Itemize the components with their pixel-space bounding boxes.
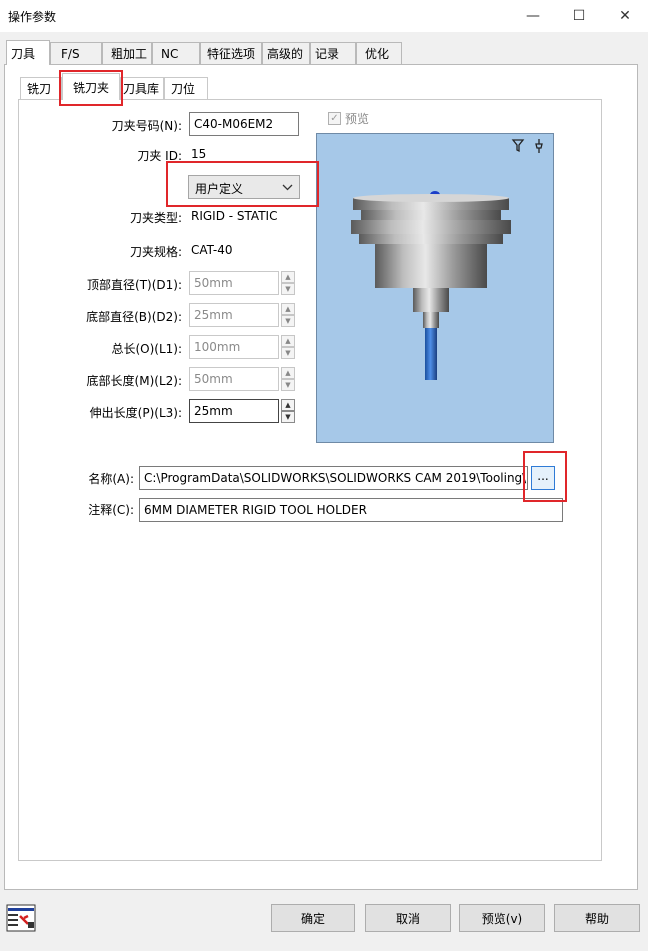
app-icon[interactable]	[6, 904, 36, 932]
name-input[interactable]: C:\ProgramData\SOLIDWORKS\SOLIDWORKS CAM…	[139, 466, 528, 490]
spin-up-icon[interactable]: ▲	[281, 399, 295, 411]
tab-label: 记录	[315, 47, 340, 61]
total-length-input[interactable]: 100mm	[189, 335, 279, 359]
preview-checkbox[interactable]: ✓ 预览	[328, 110, 369, 127]
subtab-label: 铣刀夹	[73, 80, 110, 95]
tab-label: 优化	[365, 47, 390, 61]
spin-up-icon[interactable]: ▲	[281, 367, 295, 379]
close-icon: ✕	[619, 8, 631, 24]
holder-id-value: 15	[191, 147, 207, 161]
subtab-mill[interactable]: 铣刀	[20, 77, 62, 99]
spin-down-icon[interactable]: ▼	[281, 379, 295, 391]
ok-button[interactable]: 确定	[271, 904, 355, 932]
cancel-button[interactable]: 取消	[365, 904, 451, 932]
holder-preview[interactable]	[316, 133, 554, 443]
bottom-diameter-spinner[interactable]: ▲ ▼	[281, 303, 295, 327]
tab-optimize[interactable]: 优化	[356, 42, 402, 64]
preview-button[interactable]: 预览(v)	[459, 904, 545, 932]
total-length-label: 总长(O)(L1):	[111, 342, 182, 356]
filter-icon[interactable]	[511, 139, 525, 153]
extension-length-label: 伸出长度(P)(L3):	[89, 406, 182, 420]
tab-label: 刀具	[11, 46, 36, 61]
tab-label: 高级的	[267, 47, 304, 61]
spin-down-icon[interactable]: ▼	[281, 411, 295, 423]
tab-tool[interactable]: 刀具	[6, 40, 50, 65]
chevron-down-icon	[282, 179, 293, 198]
subtab-tool-position[interactable]: 刀位	[164, 77, 208, 99]
minimize-icon: —	[526, 8, 540, 24]
note-label: 注释(C):	[88, 503, 134, 517]
tool-holder-graphic	[351, 139, 543, 380]
spin-up-icon[interactable]: ▲	[281, 335, 295, 347]
total-length-spinner[interactable]: ▲ ▼	[281, 335, 295, 359]
tab-feature-options[interactable]: 特征选项	[200, 42, 262, 64]
definition-dropdown[interactable]: 用户定义	[188, 175, 300, 199]
spin-down-icon[interactable]: ▼	[281, 283, 295, 295]
subtab-label: 刀具库	[123, 82, 160, 96]
maximize-button[interactable]: ☐	[556, 0, 602, 32]
holder-number-label: 刀夹号码(N):	[111, 119, 182, 133]
top-diameter-input[interactable]: 50mm	[189, 271, 279, 295]
top-diameter-label: 顶部直径(T)(D1):	[87, 278, 182, 292]
checkmark-icon: ✓	[328, 112, 341, 125]
bottom-diameter-label: 底部直径(B)(D2):	[86, 310, 182, 324]
holder-spec-label: 刀夹规格:	[129, 245, 182, 259]
spin-down-icon[interactable]: ▼	[281, 315, 295, 327]
bottom-length-spinner[interactable]: ▲ ▼	[281, 367, 295, 391]
holder-spec-value: CAT-40	[191, 243, 233, 257]
spin-up-icon[interactable]: ▲	[281, 271, 295, 283]
name-label: 名称(A):	[88, 472, 134, 486]
tab-label: 粗加工	[111, 47, 148, 61]
extension-length-spinner[interactable]: ▲ ▼	[281, 399, 295, 423]
window-title: 操作参数	[8, 10, 57, 24]
spin-up-icon[interactable]: ▲	[281, 303, 295, 315]
tab-fs[interactable]: F/S	[50, 42, 102, 64]
definition-value: 用户定义	[195, 182, 244, 196]
spin-down-icon[interactable]: ▼	[281, 347, 295, 359]
help-button[interactable]: 帮助	[554, 904, 640, 932]
tab-label: NC	[161, 46, 179, 61]
tab-roughing[interactable]: 粗加工	[102, 42, 152, 64]
subtab-label: 刀位	[171, 82, 196, 96]
preview-checkbox-label: 预览	[345, 112, 370, 126]
bottom-diameter-input[interactable]: 25mm	[189, 303, 279, 327]
holder-id-label: 刀夹 ID:	[137, 149, 182, 163]
subtab-label: 铣刀	[27, 82, 52, 96]
tab-record[interactable]: 记录	[310, 42, 356, 64]
note-input[interactable]: 6MM DIAMETER RIGID TOOL HOLDER	[139, 498, 563, 522]
title-bar: 操作参数 — ☐ ✕	[0, 0, 648, 32]
holder-type-label: 刀夹类型:	[129, 211, 182, 225]
holder-type-value: RIGID - STATIC	[191, 209, 278, 223]
browse-button[interactable]: ...	[531, 466, 555, 490]
top-diameter-spinner[interactable]: ▲ ▼	[281, 271, 295, 295]
holder-number-input[interactable]: C40-M06EM2	[189, 112, 299, 136]
close-button[interactable]: ✕	[602, 0, 648, 32]
pin-icon[interactable]	[535, 139, 543, 153]
bottom-length-input[interactable]: 50mm	[189, 367, 279, 391]
maximize-icon: ☐	[572, 8, 586, 24]
tab-advanced[interactable]: 高级的	[262, 42, 310, 64]
minimize-button[interactable]: —	[510, 0, 556, 32]
subtab-holder[interactable]: 铣刀夹	[62, 73, 120, 100]
tab-label: 特征选项	[207, 47, 256, 61]
extension-length-input[interactable]: 25mm	[189, 399, 279, 423]
tab-nc[interactable]: NC	[152, 42, 200, 64]
tab-label: F/S	[61, 46, 80, 61]
bottom-length-label: 底部长度(M)(L2):	[86, 374, 182, 388]
subtab-tool-library[interactable]: 刀具库	[120, 77, 164, 99]
